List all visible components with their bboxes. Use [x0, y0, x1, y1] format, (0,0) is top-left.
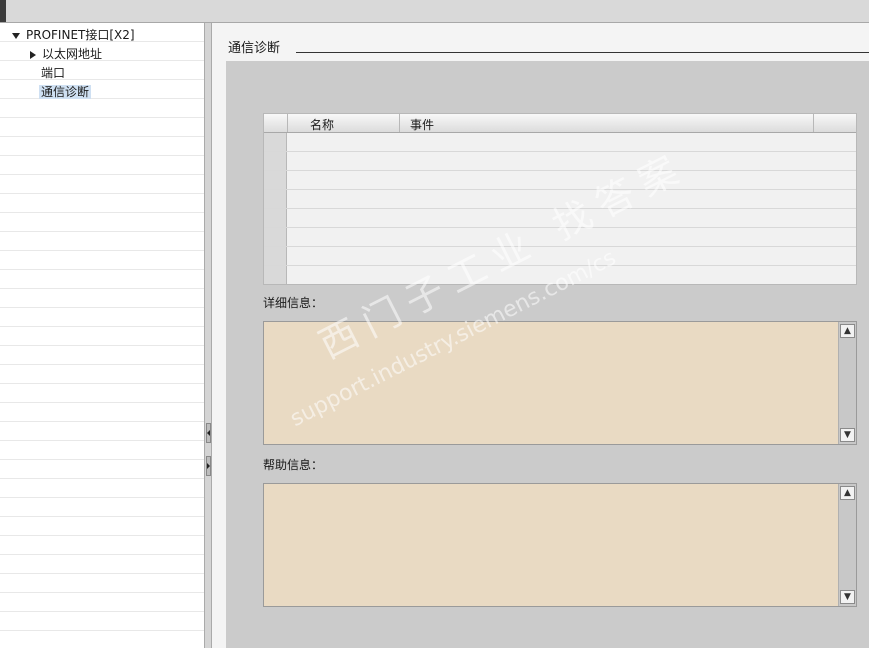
- collapsed-arrow-icon[interactable]: [30, 50, 36, 59]
- row-header[interactable]: [264, 247, 287, 265]
- scroll-down-button[interactable]: ▼: [840, 428, 855, 442]
- chevron-up-icon: ▲: [844, 488, 851, 498]
- section-divider: [296, 52, 869, 53]
- tree-item-label: PROFINET接口[X2]: [26, 28, 135, 42]
- section-title: 通信诊断: [228, 41, 281, 56]
- column-header-name[interactable]: 名称: [310, 116, 334, 133]
- row-header[interactable]: [264, 266, 287, 284]
- column-separator: [287, 114, 288, 132]
- top-toolbar: [0, 0, 869, 23]
- tree-item-label: 以太网地址: [42, 47, 103, 61]
- table-row[interactable]: [264, 133, 856, 152]
- row-header[interactable]: [264, 152, 287, 170]
- arrow-left-icon: [207, 430, 210, 436]
- column-separator: [813, 114, 814, 132]
- table-row[interactable]: [264, 152, 856, 171]
- expand-right-button[interactable]: [206, 456, 211, 476]
- row-header[interactable]: [264, 209, 287, 227]
- tree-item-label: 端口: [41, 66, 66, 80]
- tree-item-ethernet-address[interactable]: 以太网地址: [30, 45, 102, 63]
- window-edge: [0, 0, 6, 22]
- help-textarea[interactable]: ▲ ▼: [263, 483, 857, 607]
- tree-item-profinet-interface[interactable]: PROFINET接口[X2]: [12, 26, 135, 44]
- event-table[interactable]: 名称 事件: [263, 113, 857, 285]
- row-header[interactable]: [264, 190, 287, 208]
- row-header[interactable]: [264, 171, 287, 189]
- scroll-up-button[interactable]: ▲: [840, 486, 855, 500]
- details-textarea[interactable]: ▲ ▼: [263, 321, 857, 445]
- help-scrollbar[interactable]: ▲ ▼: [838, 484, 856, 606]
- chevron-down-icon: ▼: [844, 430, 851, 440]
- table-row[interactable]: [264, 171, 856, 190]
- chevron-up-icon: ▲: [844, 326, 851, 336]
- chevron-down-icon: ▼: [844, 592, 851, 602]
- diagnostics-panel: 名称 事件 详细信息： ▲ ▼ 帮助信息： ▲ ▼: [226, 61, 869, 648]
- details-label: 详细信息：: [263, 296, 324, 310]
- column-header-event[interactable]: 事件: [410, 116, 434, 133]
- row-header[interactable]: [264, 228, 287, 246]
- arrow-right-icon: [207, 463, 210, 469]
- pane-splitter[interactable]: [204, 23, 212, 648]
- tree-item-label: 通信诊断: [39, 85, 92, 99]
- table-row[interactable]: [264, 190, 856, 209]
- table-row[interactable]: [264, 209, 856, 228]
- tree-item-communication-diagnostics[interactable]: 通信诊断: [39, 83, 92, 101]
- scroll-up-button[interactable]: ▲: [840, 324, 855, 338]
- details-scrollbar[interactable]: ▲ ▼: [838, 322, 856, 444]
- section-header: 通信诊断: [212, 23, 869, 61]
- expanded-arrow-icon[interactable]: [12, 32, 20, 39]
- help-label: 帮助信息：: [263, 458, 324, 472]
- scroll-down-button[interactable]: ▼: [840, 590, 855, 604]
- table-row[interactable]: [264, 266, 856, 284]
- tree-item-port[interactable]: 端口: [41, 64, 65, 82]
- column-separator: [399, 114, 400, 132]
- row-header[interactable]: [264, 133, 287, 151]
- table-row[interactable]: [264, 228, 856, 247]
- collapse-left-button[interactable]: [206, 423, 211, 443]
- table-header: 名称 事件: [264, 114, 856, 133]
- navigation-tree: PROFINET接口[X2] 以太网地址 端口 通信诊断: [0, 23, 205, 648]
- table-row[interactable]: [264, 247, 856, 266]
